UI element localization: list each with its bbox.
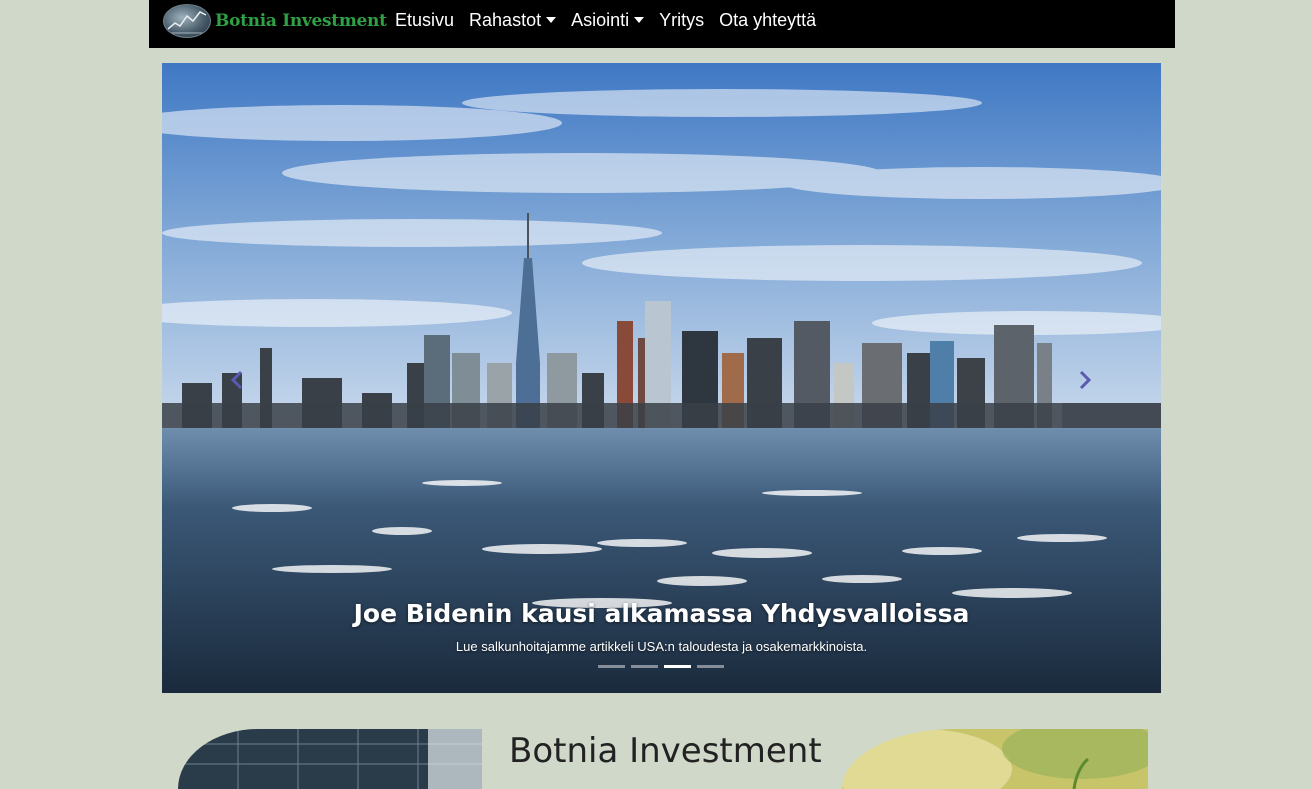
logo-chart-icon [163,4,211,38]
nav-link-label: Etusivu [395,9,455,30]
carousel-indicator[interactable] [598,665,625,668]
nav-link-label: Rahastot [469,9,542,30]
navbar: Botnia Investment Etusivu Rahastot Asioint… [149,0,1175,48]
plant-growth-image [842,729,1148,789]
nav-link-asiointi[interactable]: Asiointi [571,9,645,31]
section-title: Botnia Investment [509,731,822,771]
nav-link-label: Asiointi [571,9,630,30]
carousel-prev-button[interactable] [222,365,252,395]
carousel-next-button[interactable] [1070,365,1100,395]
brand-name: Botnia Investment [215,11,387,31]
nav-link-ota-yhteyttä[interactable]: Ota yhteyttä [719,10,816,31]
stock-ticker-image [178,729,482,789]
carousel-indicators [598,665,730,668]
brand-logo[interactable]: Botnia Investment [163,4,387,38]
nav-link-label: Ota yhteyttä [719,9,817,30]
nav-links: Etusivu Rahastot Asiointi Yritys Ota yhteytt… [395,0,831,40]
nav-link-yritys[interactable]: Yritys [659,10,704,31]
carousel-indicator[interactable] [697,665,724,668]
hero-carousel: Joe Bidenin kausi alkamassa Yhdysvallois… [162,63,1161,693]
carousel-indicator[interactable] [664,665,691,668]
carousel-indicator[interactable] [631,665,658,668]
carousel-caption-text: Lue salkunhoitajamme artikkeli USA:n tal… [455,639,868,654]
carousel-caption-title: Joe Bidenin kausi alkamassa Yhdysvallois… [353,599,970,628]
caret-down-icon [546,17,557,23]
nav-link-label: Yritys [659,9,705,30]
nav-link-rahastot[interactable]: Rahastot [469,9,557,31]
nav-link-etusivu[interactable]: Etusivu [395,10,454,31]
caret-down-icon [634,17,645,23]
